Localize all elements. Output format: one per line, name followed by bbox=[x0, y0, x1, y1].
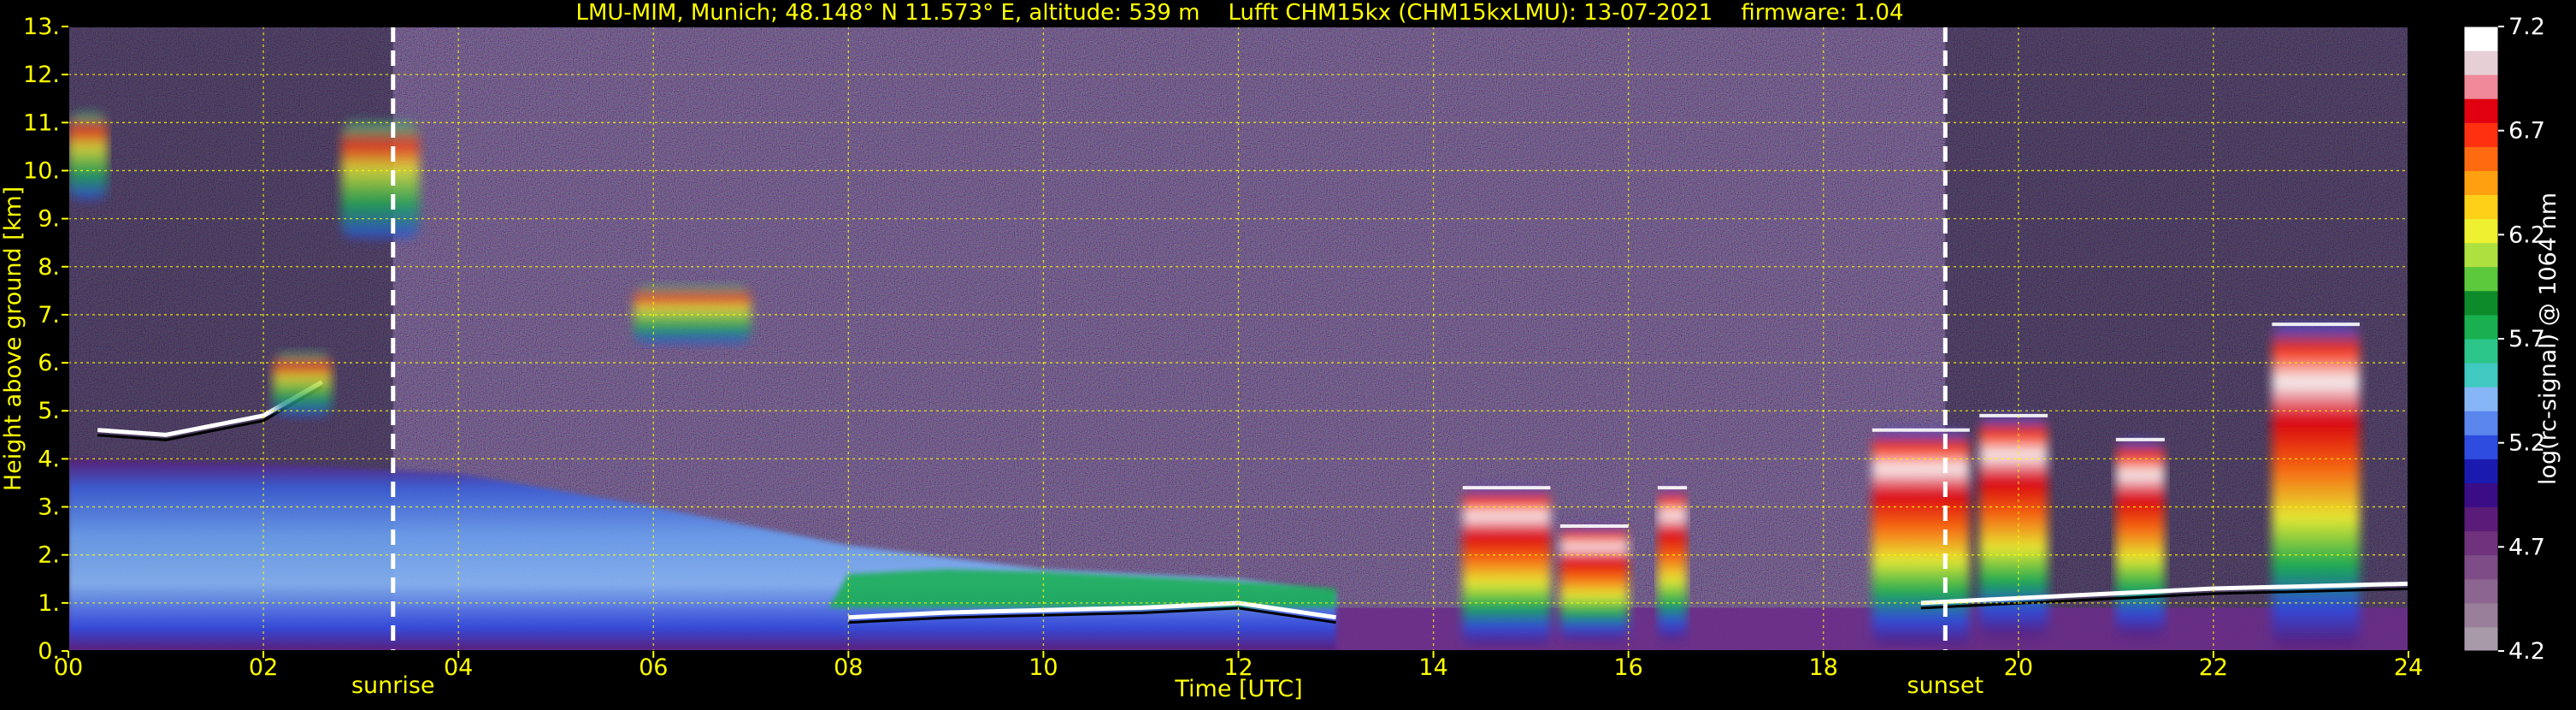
y-tick-label: 3. bbox=[38, 494, 60, 521]
y-tick-label: 13. bbox=[23, 14, 60, 40]
colorbar-tick-label: 6.7 bbox=[2508, 118, 2545, 145]
colorbar-segment bbox=[2464, 74, 2498, 99]
x-tick-label: 06 bbox=[639, 654, 668, 681]
cirrus-cloud bbox=[68, 113, 108, 200]
y-tick-label: 11. bbox=[23, 109, 60, 136]
colorbar-segment bbox=[2464, 266, 2498, 292]
colorbar: 4.24.75.25.76.26.77.2 bbox=[2463, 14, 2545, 665]
cirrus-cloud bbox=[341, 122, 420, 239]
y-tick-label: 4. bbox=[38, 446, 60, 472]
y-tick-label: 5. bbox=[38, 398, 60, 424]
x-tick-label: 16 bbox=[1613, 654, 1642, 681]
colorbar-segment bbox=[2464, 578, 2498, 604]
x-tick-label: 22 bbox=[2199, 654, 2228, 681]
colorbar-segment bbox=[2464, 242, 2498, 268]
colorbar-segment bbox=[2464, 387, 2498, 411]
colorbar-segment bbox=[2464, 339, 2498, 364]
colorbar-segment bbox=[2464, 506, 2498, 532]
convective-cloud bbox=[2115, 439, 2165, 637]
y-tick-label: 2. bbox=[38, 542, 60, 569]
x-axis-label: Time [UTC] bbox=[1174, 676, 1302, 702]
colorbar-segment bbox=[2464, 482, 2498, 508]
y-tick-label: 10. bbox=[23, 157, 60, 184]
x-tick-label: 14 bbox=[1418, 654, 1447, 681]
colorbar-segment bbox=[2464, 194, 2498, 220]
colorbar-segment bbox=[2464, 170, 2498, 196]
sunrise-label: sunrise bbox=[351, 672, 435, 699]
y-tick-label: 1. bbox=[38, 590, 60, 617]
colorbar-segment bbox=[2464, 554, 2498, 580]
colorbar-segment bbox=[2464, 314, 2498, 340]
colorbar-segment bbox=[2464, 411, 2498, 435]
x-tick-label: 04 bbox=[444, 654, 473, 681]
y-axis-label: Height above ground [km] bbox=[0, 186, 27, 491]
colorbar-segment bbox=[2464, 50, 2498, 75]
chart-title: LMU-MIM, Munich; 48.148° N 11.573° E, al… bbox=[575, 0, 1903, 26]
ceilometer-figure: sunrise sunset 0. 1. 2. 3. 4. 5. 6. 7. 8. 9. 10. 11. 1… bbox=[0, 0, 2576, 707]
sunset-label: sunset bbox=[1907, 672, 1984, 699]
colorbar-segment bbox=[2464, 626, 2498, 652]
colorbar-segment bbox=[2464, 98, 2498, 123]
colorbar-segment bbox=[2464, 530, 2498, 556]
colorbar-segment bbox=[2464, 363, 2498, 388]
colorbar-segment bbox=[2464, 435, 2498, 459]
x-tick-label: 08 bbox=[834, 654, 863, 681]
y-tick-label: 6. bbox=[38, 350, 60, 376]
convective-cloud bbox=[1657, 488, 1688, 642]
colorbar-tick-label: 4.2 bbox=[2508, 638, 2545, 665]
colorbar-segment bbox=[2464, 146, 2498, 171]
x-tick-label: 00 bbox=[54, 654, 83, 681]
colorbar-segment bbox=[2464, 602, 2498, 628]
y-tick-label: 12. bbox=[23, 62, 60, 88]
ceilometer-chart: sunrise sunset0.1.2.3.4.5.6.7.8.9.10.11.1… bbox=[0, 0, 2561, 702]
x-tick-label: 20 bbox=[2004, 654, 2033, 681]
colorbar-segment bbox=[2464, 218, 2498, 244]
colorbar-segment bbox=[2464, 290, 2498, 316]
convective-cloud bbox=[2272, 324, 2360, 647]
colorbar-label: log(rc-signal) @ 1064 nm bbox=[2535, 192, 2561, 485]
colorbar-segment bbox=[2464, 459, 2498, 483]
y-tick-label: 9. bbox=[38, 206, 60, 233]
y-tick-label: 7. bbox=[38, 302, 60, 328]
colorbar-segment bbox=[2464, 122, 2498, 147]
x-tick-label: 10 bbox=[1029, 654, 1058, 681]
x-tick-label: 18 bbox=[1809, 654, 1838, 681]
x-tick-label: 02 bbox=[249, 654, 278, 681]
colorbar-tick-label: 7.2 bbox=[2508, 14, 2545, 40]
convective-cloud bbox=[1559, 526, 1629, 642]
y-tick-label: 8. bbox=[38, 254, 60, 281]
x-tick-label: 24 bbox=[2394, 654, 2423, 681]
colorbar-segment bbox=[2464, 27, 2498, 51]
convective-cloud bbox=[1462, 488, 1551, 647]
plot-area bbox=[68, 27, 2408, 651]
colorbar-tick-label: 4.7 bbox=[2508, 534, 2545, 560]
convective-cloud bbox=[1872, 429, 1970, 647]
